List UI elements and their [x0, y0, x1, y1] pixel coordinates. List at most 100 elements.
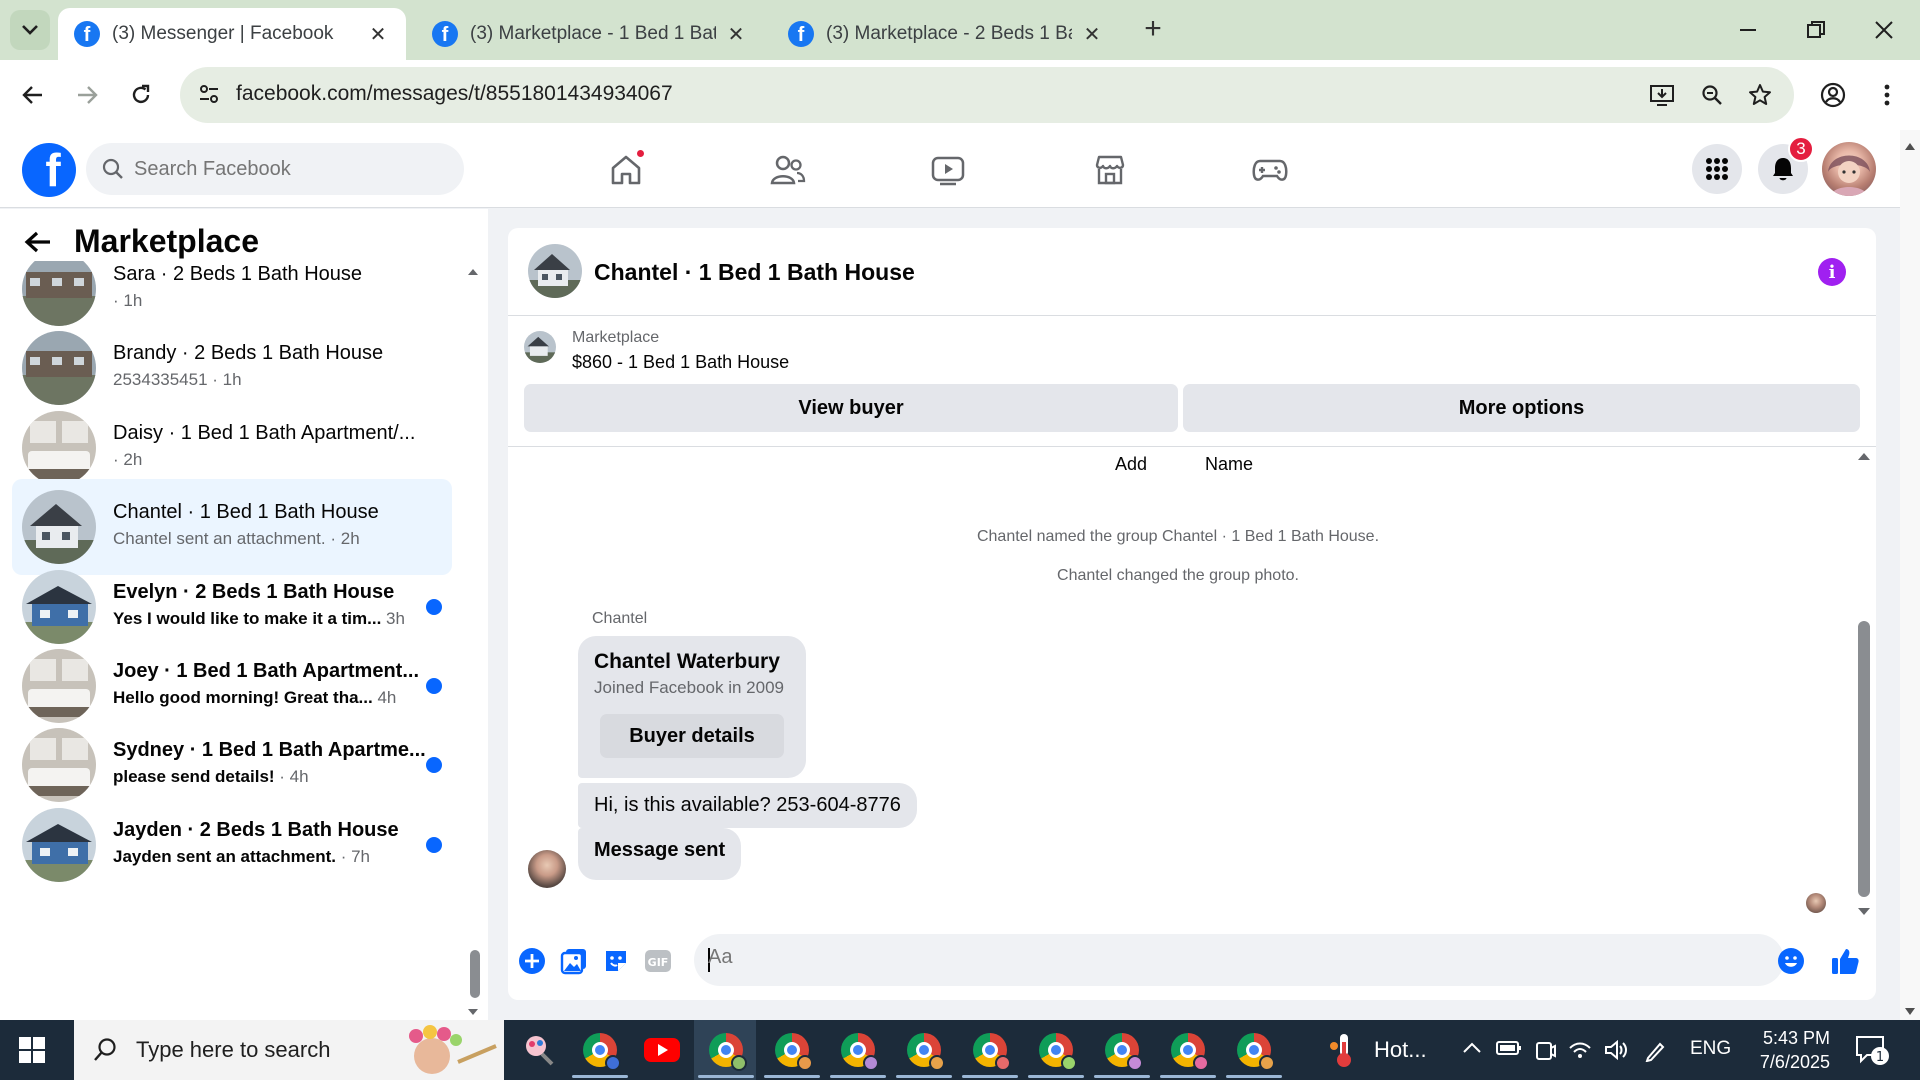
conversation-item[interactable]: Jayden · 2 Beds 1 Bath House Jayden sent … [12, 797, 452, 893]
taskbar-app-chrome-3[interactable] [772, 1030, 813, 1071]
bookmark-star-icon[interactable] [1746, 81, 1774, 109]
list-scrollbar[interactable] [466, 267, 480, 1017]
listing-photo-icon [22, 728, 96, 802]
marketplace-nav[interactable] [1088, 148, 1132, 192]
list-scroll-thumb[interactable] [470, 950, 480, 998]
more-options-button[interactable]: More options [1183, 384, 1860, 432]
taskbar-app-chrome-6[interactable] [970, 1030, 1011, 1071]
taskbar-app-paint[interactable] [518, 1030, 558, 1070]
more-actions-button[interactable] [517, 946, 547, 976]
buyer-name: Chantel Waterbury [594, 650, 780, 673]
taskbar-app-youtube[interactable] [642, 1030, 682, 1070]
minimize-button[interactable] [1728, 14, 1768, 46]
sticker-icon [606, 951, 626, 971]
back-button[interactable] [18, 80, 48, 110]
taskbar-app-chrome-5[interactable] [904, 1030, 945, 1071]
friends-nav[interactable] [766, 148, 810, 192]
gif-button[interactable]: GIF [643, 946, 673, 976]
url-text[interactable]: facebook.com/messages/t/8551801434934067 [236, 82, 673, 106]
profile-button[interactable] [1818, 80, 1848, 110]
close-window-button[interactable] [1864, 14, 1904, 46]
conversation-photo[interactable] [528, 244, 582, 298]
facebook-logo[interactable]: f [22, 143, 76, 197]
thread-scroll-thumb[interactable] [1858, 621, 1870, 897]
minimize-icon [1740, 29, 1756, 31]
listing-photo-icon [22, 649, 96, 723]
meet-now-icon[interactable] [1534, 1040, 1556, 1062]
chrome-menu-button[interactable] [1872, 80, 1902, 110]
close-tab-icon[interactable]: ✕ [366, 22, 390, 46]
taskbar-search-placeholder: Type here to search [136, 1037, 331, 1062]
show-hidden-icons[interactable] [1462, 1040, 1482, 1054]
taskbar-app-chrome-9[interactable] [1168, 1030, 1209, 1071]
battery-icon[interactable] [1496, 1040, 1522, 1056]
info-icon[interactable]: i [1818, 258, 1846, 286]
arrow-right-icon [78, 86, 98, 104]
notifications-button[interactable]: 3 [1758, 136, 1814, 194]
reload-button[interactable] [126, 80, 156, 110]
sender-avatar[interactable] [528, 850, 566, 888]
site-settings-icon[interactable] [198, 83, 220, 105]
add-people-action[interactable]: Add [1115, 454, 1147, 475]
menu-button[interactable] [1692, 144, 1742, 194]
taskbar-app-chrome-4[interactable] [838, 1030, 879, 1071]
taskbar-app-chrome-2[interactable] [706, 1030, 747, 1071]
taskbar-search[interactable]: Type here to search [74, 1020, 504, 1080]
tab-marketplace-1[interactable]: f (3) Marketplace - 1 Bed 1 Bath H ✕ [416, 8, 764, 60]
name-group-action[interactable]: Name [1205, 454, 1253, 475]
message-bubble[interactable]: Hi, is this available? 253-604-8776 [578, 783, 917, 828]
weather-widget-icon[interactable] [1324, 1030, 1364, 1070]
taskbar-app-chrome-10[interactable] [1234, 1030, 1275, 1071]
tab-messenger[interactable]: f (3) Messenger | Facebook ✕ [58, 8, 406, 60]
tab-marketplace-2[interactable]: f (3) Marketplace - 2 Beds 1 Bath ✕ [772, 8, 1120, 60]
pen-icon[interactable] [1644, 1040, 1666, 1062]
install-app-icon[interactable] [1648, 81, 1676, 109]
unread-dot [426, 837, 442, 853]
buyer-details-button[interactable]: Buyer details [600, 714, 784, 758]
search-input[interactable] [134, 157, 434, 181]
wifi-icon[interactable] [1568, 1040, 1592, 1060]
open-app-indicator [830, 1075, 886, 1078]
conversation-time: · 1h [113, 291, 143, 310]
zoom-icon[interactable] [1698, 81, 1726, 109]
like-button[interactable] [1830, 946, 1860, 976]
sticker-button[interactable] [601, 946, 631, 976]
open-app-indicator [1160, 1075, 1216, 1078]
view-buyer-button[interactable]: View buyer [524, 384, 1178, 432]
emoji-icon [1778, 948, 1804, 974]
taskbar-app-chrome-8[interactable] [1102, 1030, 1143, 1071]
tab-search-button[interactable] [10, 10, 50, 50]
open-app-indicator [1226, 1075, 1282, 1078]
address-bar[interactable]: facebook.com/messages/t/8551801434934067 [180, 67, 1794, 123]
new-tab-button[interactable]: + [1138, 14, 1168, 45]
windows-start-button[interactable] [18, 1036, 46, 1064]
attach-photo-button[interactable] [559, 946, 589, 976]
close-tab-icon[interactable]: ✕ [724, 22, 748, 46]
forward-button[interactable] [72, 80, 102, 110]
message-input-box[interactable] [694, 934, 1784, 986]
home-nav[interactable] [604, 148, 648, 192]
listing-summary[interactable]: $860 - 1 Bed 1 Bath House [572, 352, 789, 373]
weather-text[interactable]: Hot... [1374, 1037, 1427, 1063]
clock[interactable]: 5:43 PM 7/6/2025 [1740, 1026, 1830, 1074]
listing-thumbnail[interactable] [524, 331, 556, 363]
message-bubble[interactable]: Message sent [578, 828, 742, 880]
conversation-title[interactable]: Chantel · 1 Bed 1 Bath House [594, 259, 915, 286]
close-tab-icon[interactable]: ✕ [1080, 22, 1104, 46]
notification-center-button[interactable]: 1 [1854, 1034, 1890, 1066]
restore-button[interactable] [1796, 14, 1836, 46]
gaming-nav[interactable] [1248, 148, 1292, 192]
message-input[interactable] [708, 946, 1708, 969]
conversation-name: Brandy · 2 Beds 1 Bath House [113, 342, 384, 364]
back-arrow-icon[interactable] [24, 230, 52, 254]
taskbar-app-chrome-1[interactable] [580, 1030, 621, 1071]
watch-nav[interactable] [926, 148, 970, 192]
language-indicator[interactable]: ENG [1690, 1038, 1731, 1060]
listing-photo-icon [22, 808, 96, 882]
taskbar-app-chrome-7[interactable] [1036, 1030, 1077, 1071]
volume-icon[interactable] [1604, 1040, 1628, 1060]
emoji-button[interactable] [1776, 946, 1806, 976]
account-avatar[interactable] [1822, 142, 1876, 196]
page-scrollbar[interactable] [1900, 130, 1920, 1020]
facebook-search[interactable] [86, 143, 464, 195]
